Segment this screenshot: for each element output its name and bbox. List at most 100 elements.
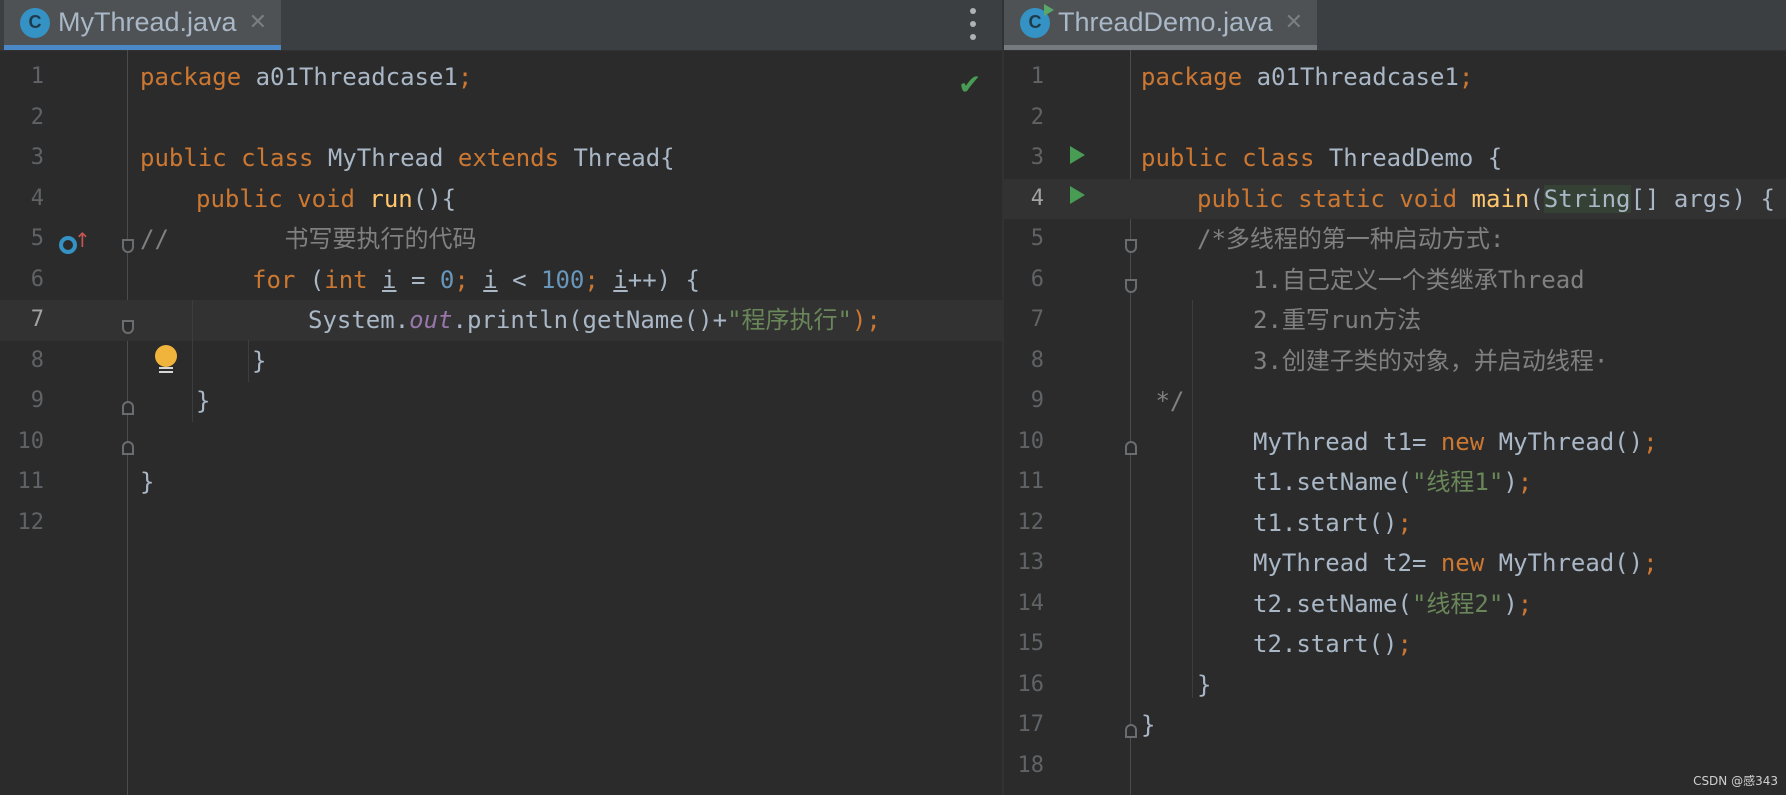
fold-icon[interactable] — [1125, 724, 1137, 738]
editor-pane-mythread: C MyThread.java ✕ 1 package a01Threadcase… — [0, 0, 1002, 795]
code-token: /*多线程的第一种启动方式: — [1197, 225, 1505, 253]
code-line[interactable]: 3 public class MyThread extends Thread{ — [0, 138, 1002, 179]
code-token: 100 — [541, 265, 585, 294]
code-line[interactable]: 17} — [1004, 705, 1786, 746]
code-line[interactable]: 6 1.自己定义一个类继承Thread — [1004, 260, 1786, 301]
code-line[interactable]: 11 t1.setName("线程1"); — [1004, 462, 1786, 503]
indent-guide — [248, 340, 249, 382]
code-line[interactable]: 4 public static void main(String[] args) … — [1004, 178, 1786, 219]
code-token: ) — [1503, 468, 1518, 496]
code-text: public class ThreadDemo { — [1141, 138, 1502, 179]
code-line[interactable]: 8 3.创建子类的对象，并启动线程· — [1004, 341, 1786, 382]
code-token: String — [1543, 184, 1631, 213]
code-token: package — [140, 63, 256, 91]
fold-icon[interactable] — [1125, 239, 1137, 253]
editor-tab-bar: C MyThread.java ✕ — [0, 0, 1002, 51]
code-line[interactable]: 11} — [0, 462, 1002, 503]
code-editor[interactable]: 1 package a01Threadcase1; 2 3 public class M… — [0, 50, 1002, 795]
fold-icon[interactable] — [122, 239, 134, 253]
line-number: 16 — [1017, 671, 1045, 697]
code-line[interactable]: 9 */ — [1004, 381, 1786, 422]
line-number: 8 — [30, 347, 44, 373]
tab-threaddemo-java[interactable]: C ThreadDemo.java ✕ — [1004, 0, 1318, 50]
code-line[interactable]: 9} — [0, 381, 1002, 422]
fold-icon[interactable] — [1125, 441, 1137, 455]
code-line[interactable]: 8} — [0, 341, 1002, 382]
code-token: int — [324, 265, 383, 294]
code-token: ; — [1517, 589, 1533, 618]
editor-pane-threaddemo: C ThreadDemo.java ✕ 1 package a01Threadca… — [1004, 0, 1786, 795]
code-line[interactable]: 1 package a01Threadcase1; — [1004, 57, 1786, 98]
code-token: = — [396, 265, 440, 294]
code-line[interactable]: 2 — [0, 98, 1002, 139]
no-problems-check-icon[interactable]: ✔ — [958, 68, 981, 101]
code-token: i — [613, 265, 628, 294]
code-token: ; — [1643, 549, 1658, 577]
run-gutter-icon[interactable] — [1070, 146, 1085, 164]
code-text: } — [252, 341, 266, 382]
code-line[interactable]: 4 public void run(){ — [0, 179, 1002, 220]
code-text: public class MyThread extends Thread{ — [140, 138, 675, 179]
code-line[interactable]: 5 /*多线程的第一种启动方式: — [1004, 219, 1786, 260]
code-token: ) — [1503, 589, 1518, 618]
run-badge-icon — [1044, 3, 1054, 16]
line-number: 11 — [17, 469, 45, 494]
run-gutter-icon[interactable] — [1070, 186, 1085, 204]
code-token: public static void — [1197, 184, 1472, 213]
code-token: ( — [309, 265, 325, 294]
code-line[interactable]: 18 — [1004, 746, 1786, 787]
code-token: MyThread t2= — [1253, 549, 1441, 577]
line-number: 4 — [30, 185, 44, 211]
code-token: 3.创建子类的对象，并启动线程· — [1253, 346, 1609, 375]
indent-guide — [192, 300, 193, 422]
line-number: 9 — [30, 388, 44, 413]
code-token: ThreadDemo { — [1328, 144, 1503, 172]
code-line[interactable]: 15 t2.start(); — [1004, 624, 1786, 665]
code-line[interactable]: 3 public class ThreadDemo { — [1004, 138, 1786, 179]
fold-icon[interactable] — [122, 401, 134, 415]
code-token: } — [140, 468, 155, 496]
line-number: 2 — [1030, 104, 1044, 130]
code-token: i — [382, 265, 397, 294]
code-line[interactable]: 16} — [1004, 665, 1786, 706]
more-options-icon[interactable] — [963, 8, 983, 40]
code-line[interactable]: 10 MyThread t1= new MyThread(); — [1004, 422, 1786, 463]
line-number: 7 — [30, 307, 44, 332]
code-token: ; — [1643, 427, 1658, 456]
code-line[interactable]: 6 for (int i = 0; i < 100; i++) { — [0, 260, 1002, 301]
code-text: /*多线程的第一种启动方式: — [1197, 219, 1504, 260]
code-token: System. — [308, 306, 410, 334]
code-token: ; — [584, 265, 614, 294]
code-token: ; — [454, 265, 484, 294]
code-editor[interactable]: 1 package a01Threadcase1; 2 3 public class T… — [1004, 50, 1786, 795]
code-token: out — [409, 306, 453, 334]
code-text: t2.setName("线程2"); — [1253, 584, 1532, 625]
code-line[interactable]: 7 System.out.println(getName()+"程序执行"); — [0, 300, 1002, 341]
code-token: extends — [457, 144, 574, 172]
line-number: 15 — [1017, 631, 1045, 656]
code-line[interactable]: 13 MyThread t2= new MyThread(); — [1004, 543, 1786, 584]
code-line[interactable]: 5 // 书写要执行的代码 — [0, 219, 1002, 260]
code-line[interactable]: 14 t2.setName("线程2"); — [1004, 584, 1786, 625]
code-line[interactable]: 12 t1.start(); — [1004, 503, 1786, 544]
intention-bulb-icon[interactable] — [155, 345, 177, 367]
code-token: package — [1141, 63, 1257, 91]
line-number: 6 — [30, 266, 44, 292]
fold-icon[interactable] — [122, 441, 134, 455]
override-arrow-icon: ↑ — [74, 228, 91, 252]
fold-icon[interactable] — [1125, 279, 1137, 293]
code-line[interactable]: 2 — [1004, 98, 1786, 139]
code-token: ( — [1529, 184, 1544, 213]
close-icon[interactable]: ✕ — [1285, 10, 1303, 35]
line-number: 5 — [1030, 226, 1044, 251]
tab-mythread-java[interactable]: C MyThread.java ✕ — [4, 0, 282, 50]
code-line[interactable]: 7 2.重写run方法 — [1004, 300, 1786, 341]
tab-title: MyThread.java — [58, 7, 237, 37]
fold-icon[interactable] — [122, 320, 134, 334]
code-line[interactable]: 10 — [0, 422, 1002, 463]
close-icon[interactable]: ✕ — [249, 10, 267, 35]
code-token: ; — [1458, 63, 1474, 91]
code-line[interactable]: 12 — [0, 503, 1002, 544]
code-line[interactable]: 1 package a01Threadcase1; — [0, 57, 1002, 98]
line-number: 3 — [1030, 145, 1044, 170]
